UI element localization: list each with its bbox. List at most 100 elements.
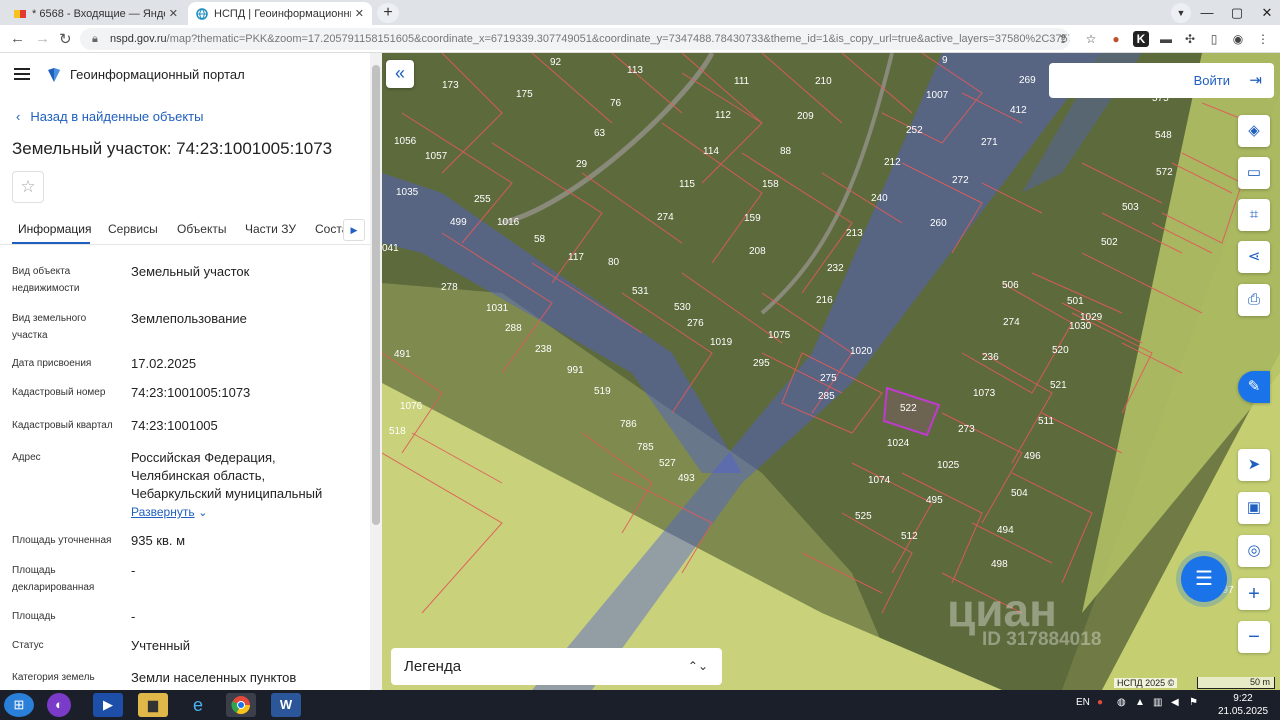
parcel-label: 175 [516, 89, 533, 100]
zoom-out-icon[interactable]: − [1238, 621, 1270, 653]
tab-information[interactable]: Информация [18, 222, 91, 236]
url-input[interactable]: 🔒︎ nspd.gov.ru/map?thematic=PKK&zoom=17.… [80, 28, 1070, 50]
back-arrow-icon[interactable]: ← [10, 30, 25, 47]
forward-arrow-icon[interactable]: → [35, 30, 50, 47]
browser-tab-mail[interactable]: * 6568 - Входящие — Яндекс По ✕ [6, 2, 186, 25]
sidebar-icon[interactable]: ▯ [1206, 31, 1222, 47]
start-icon[interactable]: ⊞ [4, 693, 34, 717]
navigate-icon[interactable]: ➤ [1238, 449, 1270, 481]
extension-1-icon[interactable]: ● [1108, 31, 1124, 47]
tabs-scroll-right-icon[interactable]: ▶ [343, 219, 365, 241]
system-clock[interactable]: 9:22 21.05.2025 [1208, 692, 1278, 718]
parcel-label: 1007 [926, 90, 949, 101]
hamburger-menu-icon[interactable] [14, 68, 30, 80]
active-tab-indicator [12, 242, 90, 244]
new-tab-button[interactable]: + [377, 3, 399, 23]
login-icon: ⇥ [1249, 72, 1262, 89]
tab-search-button[interactable]: ▼ [1171, 3, 1191, 23]
bookmark-star-icon[interactable]: ☆ [1083, 31, 1099, 47]
login-label: Войти [1193, 73, 1230, 88]
action-center-icon[interactable]: ⚑ [1189, 697, 1198, 708]
parcel-label: 216 [816, 295, 833, 306]
map-view[interactable]: 92 113 173 175 111 210 9 1007 269 63 76 112 209 252 41… [382, 53, 1280, 690]
word-icon[interactable]: W [271, 693, 301, 717]
tab-title: * 6568 - Входящие — Яндекс По [32, 7, 165, 20]
scrollbar-thumb[interactable] [372, 65, 380, 525]
field-value: Земли населенных пунктов [131, 670, 297, 685]
login-button[interactable]: Войти ⇥ [1049, 63, 1274, 98]
collapse-panel-button[interactable]: « [386, 60, 414, 88]
field-value: Землепользование [131, 311, 247, 326]
volume-icon[interactable]: ◀ [1171, 697, 1179, 708]
parcel-label: 209 [797, 111, 814, 122]
geolocation-icon[interactable]: ◎ [1238, 535, 1270, 567]
legend-dropdown[interactable]: Легенда ⌃⌄ [391, 648, 722, 685]
zoom-in-icon[interactable]: + [1238, 578, 1270, 610]
field-label: Статус [12, 640, 44, 651]
tab-objects[interactable]: Объекты [177, 222, 227, 236]
chat-icon[interactable]: ☰ [1181, 556, 1227, 602]
map-canvas[interactable]: 92 113 173 175 111 210 9 1007 269 63 76 112 209 252 41… [382, 53, 1280, 690]
lock-icon: 🔒︎ [92, 33, 98, 45]
feedback-icon[interactable]: ✎ [1238, 371, 1270, 403]
parcel-label: 212 [884, 157, 901, 168]
ruler-icon[interactable]: ▭ [1238, 157, 1270, 189]
print-icon[interactable]: ⎙ [1238, 284, 1270, 316]
parcel-label: 278 [441, 282, 458, 293]
chrome-icon[interactable] [226, 693, 256, 717]
parcel-label: 213 [846, 228, 863, 239]
tab-services[interactable]: Сервисы [108, 222, 158, 236]
parcel-label: 041 [382, 243, 399, 254]
expand-address-link[interactable]: Развернуть ⌄ [131, 503, 356, 522]
select-area-icon[interactable]: ⌗ [1238, 199, 1270, 231]
parcel-label: 274 [1003, 317, 1020, 328]
chevron-left-icon: ‹ [16, 109, 21, 124]
parcel-label: 285 [818, 391, 835, 402]
extensions-puzzle-icon[interactable]: ✣ [1182, 31, 1198, 47]
network-icon[interactable]: ▥ [1153, 697, 1162, 708]
panel-scrollbar[interactable] [370, 53, 382, 690]
browser-menu-icon[interactable]: ⋮ [1255, 31, 1271, 47]
parcel-label: 499 [450, 217, 467, 228]
reload-icon[interactable]: ↻ [59, 30, 72, 48]
parcel-label: 512 [901, 531, 918, 542]
field-label: Кадастровый квартал [12, 420, 113, 431]
share-icon[interactable]: ⇪ [1055, 31, 1071, 47]
field-label: Площадь декларированная [12, 565, 95, 593]
back-to-results-link[interactable]: ‹ Назад в найденные объекты [16, 109, 203, 124]
browser-tab-nspd[interactable]: НСПД | Геоинформационный п ✕ [188, 2, 372, 25]
info-tabs: Информация Сервисы Объекты Части ЗУ Сост… [0, 217, 370, 245]
internet-explorer-icon[interactable]: e [183, 693, 213, 717]
profile-icon[interactable]: ◉ [1230, 31, 1246, 47]
chrome-logo-icon [231, 696, 250, 715]
close-tab-icon[interactable]: ✕ [169, 7, 178, 20]
layers-icon[interactable]: ◈ [1238, 115, 1270, 147]
field-label: Площадь уточненная [12, 535, 112, 546]
share-icon[interactable]: ⋖ [1238, 241, 1270, 273]
file-explorer-icon[interactable]: ▆ [138, 693, 168, 717]
parcel-label: 236 [982, 352, 999, 363]
parcel-label: 502 [1101, 237, 1118, 248]
extension-k-icon[interactable]: K [1133, 31, 1149, 47]
parcel-label: 58 [534, 234, 546, 245]
language-indicator[interactable]: EN [1076, 697, 1090, 708]
close-tab-icon[interactable]: ✕ [355, 7, 364, 20]
tray-icon-2[interactable]: ◍ [1117, 697, 1126, 708]
media-player-icon[interactable]: ▶ [93, 693, 123, 717]
parcel-label: 520 [1052, 345, 1069, 356]
favorite-star-icon[interactable]: ☆ [12, 171, 44, 203]
minimap-icon[interactable]: ▣ [1238, 492, 1270, 524]
maximize-icon[interactable]: ▢ [1222, 0, 1252, 25]
tab-parts[interactable]: Части ЗУ [245, 222, 296, 236]
minimize-icon[interactable]: — [1192, 0, 1222, 25]
alice-icon[interactable]: ◐ [47, 693, 71, 717]
expand-label: Развернуть [131, 505, 195, 519]
close-window-icon[interactable]: ✕ [1252, 0, 1280, 25]
tray-icon-3[interactable]: ▲ [1135, 697, 1145, 708]
parcel-label: 112 [715, 110, 731, 121]
back-label: Назад в найденные объекты [30, 109, 204, 124]
yandex-tray-icon[interactable]: ● [1097, 697, 1103, 708]
parcel-label: 76 [610, 98, 622, 109]
parcel-label: 63 [594, 128, 606, 139]
extension-2-icon[interactable]: ▬ [1158, 31, 1174, 47]
